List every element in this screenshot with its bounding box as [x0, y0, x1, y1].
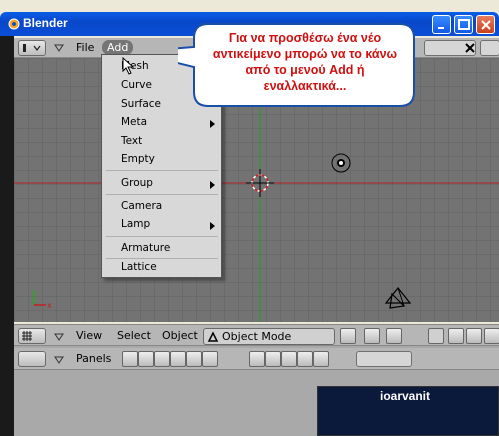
menu-separator — [106, 170, 218, 171]
add-menu-item-group[interactable]: Group — [121, 177, 153, 189]
callout-line: αντικείμενο μπορώ να το κάνω — [212, 47, 398, 61]
window-title: Blender — [23, 16, 68, 30]
submenu-arrow-icon — [210, 120, 215, 128]
editing-context-button[interactable] — [186, 351, 202, 367]
lamp-object-icon — [331, 153, 351, 173]
object-mode-icon — [207, 331, 219, 342]
collapse-menu-icon[interactable] — [54, 44, 64, 52]
menu-file[interactable]: File — [76, 41, 94, 54]
svg-text:x: x — [47, 301, 52, 310]
translate-button[interactable] — [448, 328, 464, 344]
callout-text: Για να προσθέσω ένα νέο αντικείμενο μπορ… — [178, 30, 416, 94]
script-context-button[interactable] — [138, 351, 154, 367]
collapse-menu-icon[interactable] — [54, 356, 64, 364]
logic-context-button[interactable] — [122, 351, 138, 367]
add-menu-item-curve[interactable]: Curve — [121, 79, 152, 91]
mode-dropdown[interactable]: Object Mode — [203, 328, 335, 345]
close-button[interactable] — [476, 15, 495, 34]
mode-value: Object Mode — [222, 330, 292, 343]
maximize-icon — [458, 19, 470, 30]
add-menu-item-lamp[interactable]: Lamp — [121, 218, 150, 230]
menu-add[interactable]: Add — [102, 40, 134, 55]
tutorial-callout: Για να προσθέσω ένα νέο αντικείμενο μπορ… — [178, 22, 416, 118]
shading-context-button[interactable] — [154, 351, 170, 367]
rotate-button[interactable] — [466, 328, 482, 344]
menu-view[interactable]: View — [76, 329, 102, 342]
manipulator-button[interactable] — [428, 328, 444, 344]
blender-logo-icon — [8, 18, 20, 30]
collapse-menu-icon[interactable] — [54, 333, 64, 341]
3d-cursor-icon — [246, 169, 274, 197]
texture-context-button[interactable] — [281, 351, 297, 367]
scene-context-button[interactable] — [202, 351, 218, 367]
world-context-button[interactable] — [313, 351, 329, 367]
grid-view-icon — [22, 331, 32, 341]
lamp-context-button[interactable] — [249, 351, 265, 367]
left-edge — [0, 36, 14, 436]
mouse-pointer-icon — [122, 57, 135, 75]
minimize-button[interactable] — [432, 15, 451, 34]
scale-button[interactable] — [484, 328, 499, 344]
blender-window: Blender File Add x Mesh Curve Surface Me… — [0, 0, 499, 436]
submenu-arrow-icon — [210, 222, 215, 230]
menu-separator — [106, 194, 218, 195]
pivot-button[interactable] — [364, 328, 380, 344]
menu-object[interactable]: Object — [162, 329, 198, 342]
axis-gizmo-icon: x — [33, 290, 52, 310]
view-type-button[interactable] — [18, 328, 46, 344]
watermark-text: ioarvanit — [380, 389, 431, 403]
add-menu-item-armature[interactable]: Armature — [121, 242, 170, 254]
material-context-button[interactable] — [265, 351, 281, 367]
add-menu-item-camera[interactable]: Camera — [121, 200, 162, 212]
callout-line: εναλλακτικά... — [263, 79, 347, 93]
delete-x-icon[interactable] — [465, 43, 475, 53]
window-type-button[interactable] — [18, 40, 46, 56]
add-menu-item-text[interactable]: Text — [121, 135, 142, 147]
menu-panels[interactable]: Panels — [76, 352, 111, 365]
info-icon — [23, 44, 41, 52]
minimize-icon — [438, 27, 444, 29]
close-icon — [481, 20, 491, 30]
add-menu-item-meta[interactable]: Meta — [121, 116, 147, 128]
object-context-button[interactable] — [170, 351, 186, 367]
draw-type-button[interactable] — [340, 328, 356, 344]
buttons-header: Panels — [14, 348, 499, 370]
add-menu-item-surface[interactable]: Surface — [121, 98, 161, 110]
callout-line: από το μενού Add ή — [245, 63, 365, 77]
watermark-logo: ioarvanit — [317, 386, 499, 436]
context-arrows[interactable] — [356, 351, 412, 367]
scene-field[interactable] — [424, 40, 476, 56]
camera-object-icon — [384, 287, 412, 309]
add-menu-item-empty[interactable]: Empty — [121, 153, 155, 165]
submenu-arrow-icon — [210, 181, 215, 189]
callout-line: Για να προσθέσω ένα νέο — [228, 31, 382, 45]
menu-select[interactable]: Select — [117, 329, 151, 342]
maximize-button[interactable] — [454, 15, 473, 34]
menu-separator — [106, 258, 218, 259]
radiosity-context-button[interactable] — [297, 351, 313, 367]
scene-arrows[interactable] — [480, 40, 499, 56]
3d-view-header: View Select Object Object Mode — [14, 324, 499, 346]
add-menu-item-lattice[interactable]: Lattice — [121, 261, 157, 273]
layer-button[interactable] — [386, 328, 402, 344]
buttons-type-button[interactable] — [18, 351, 46, 367]
menu-separator — [106, 236, 218, 237]
